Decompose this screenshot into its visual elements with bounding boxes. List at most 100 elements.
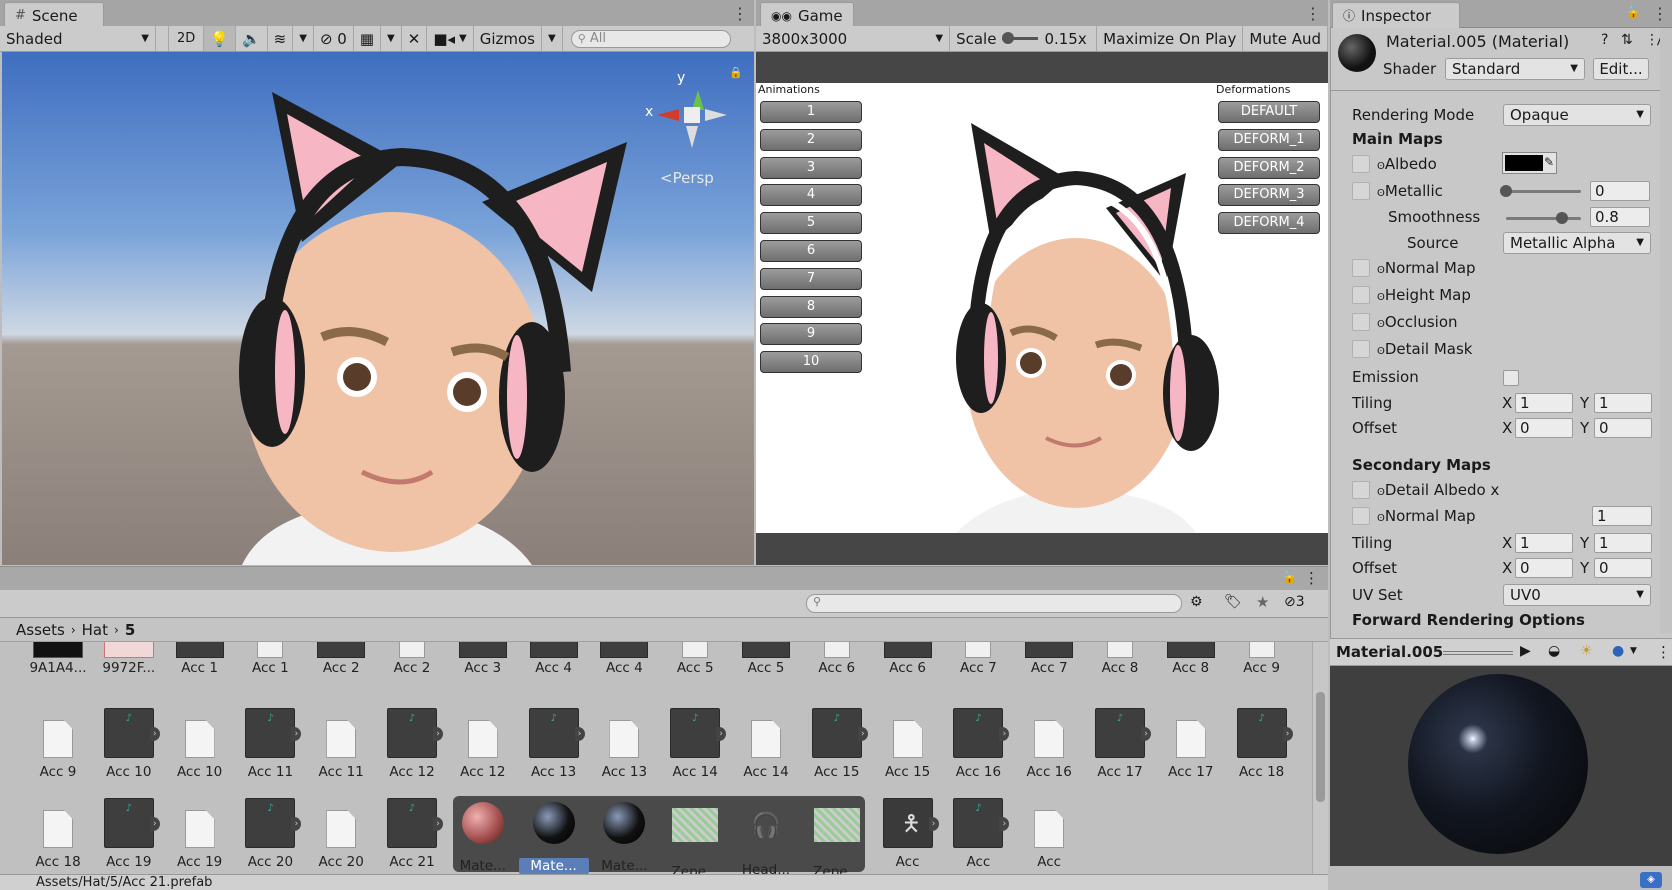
asset-item[interactable]: Acc 5 xyxy=(660,642,730,676)
asset-grid-scrollbar[interactable] xyxy=(1312,642,1328,874)
lock-icon[interactable]: 🔒 xyxy=(729,66,743,79)
asset-item[interactable]: ♪ › Acc xyxy=(943,798,1013,870)
asset-item[interactable]: ♪ › Acc 17 xyxy=(1085,708,1155,780)
effects-dropdown[interactable]: ▼ xyxy=(293,26,314,51)
asset-item[interactable]: Acc 10 xyxy=(165,708,235,780)
material-preview-viewport[interactable] xyxy=(1330,666,1672,866)
project-menu-icon[interactable]: ⋮ xyxy=(1304,569,1319,587)
albedo-texture-slot[interactable] xyxy=(1352,155,1370,173)
deform-button-0[interactable]: DEFAULT xyxy=(1218,101,1320,123)
asset-item[interactable]: 🎧 Head... xyxy=(731,798,801,874)
asset-item[interactable]: ♪ › Acc 16 xyxy=(943,708,1013,780)
asset-item[interactable]: Acc 8 xyxy=(1156,642,1226,676)
expand-arrow-icon[interactable]: › xyxy=(291,727,302,741)
asset-item[interactable]: Acc 17 xyxy=(1156,708,1226,780)
expand-arrow-icon[interactable]: › xyxy=(1282,727,1293,741)
inspector-menu-icon[interactable]: ⋮ xyxy=(1652,4,1668,23)
asset-item[interactable]: Acc 5 xyxy=(731,642,801,676)
asset-item[interactable]: 9972F... xyxy=(94,642,164,676)
asset-item[interactable]: Acc xyxy=(1014,798,1084,870)
asset-item[interactable]: Acc 4 xyxy=(589,642,659,676)
help-icon[interactable]: ? xyxy=(1601,32,1608,48)
uv-set-dropdown[interactable]: UV0 ▼ xyxy=(1503,584,1651,606)
tiling2-x-input[interactable]: 1 xyxy=(1515,533,1573,553)
secondary-normal-map-slot[interactable] xyxy=(1352,507,1370,525)
breadcrumb-folder-5[interactable]: 5 xyxy=(125,621,135,639)
game-canvas[interactable]: Animations Deformations 1 2 3 4 5 6 7 8 9 10 DEFA… xyxy=(756,83,1328,533)
shader-dropdown[interactable]: Standard ▼ xyxy=(1445,58,1585,80)
effects-toggle[interactable]: ≋ xyxy=(268,26,294,51)
asset-item[interactable]: Acc 9 xyxy=(1227,642,1297,676)
asset-item[interactable]: ♪ › Acc 13 xyxy=(519,708,589,780)
animation-button-10[interactable]: 10 xyxy=(760,351,862,374)
occlusion-slot[interactable] xyxy=(1352,313,1370,331)
detail-albedo-slot[interactable] xyxy=(1352,481,1370,499)
asset-item[interactable]: Acc 11 xyxy=(306,708,376,780)
expand-arrow-icon[interactable]: › xyxy=(999,817,1010,831)
gizmo-center-cube[interactable] xyxy=(684,107,700,123)
lighting-icon[interactable]: ☀ xyxy=(1580,643,1593,659)
asset-item[interactable]: Acc 1 xyxy=(235,642,305,676)
expand-arrow-icon[interactable]: › xyxy=(999,727,1010,741)
tab-inspector[interactable]: ⓘ Inspector xyxy=(1332,2,1460,28)
asset-item[interactable]: Acc 14 xyxy=(731,708,801,780)
grid-toggle[interactable]: ▦ xyxy=(354,26,382,51)
gizmos-button[interactable]: Gizmos xyxy=(474,26,542,51)
scene-search-input[interactable]: ⚲ All xyxy=(570,29,731,48)
smoothness-value-input[interactable]: 0.8 xyxy=(1590,207,1650,227)
asset-item[interactable]: Acc 13 xyxy=(589,708,659,780)
expand-arrow-icon[interactable]: › xyxy=(574,727,585,741)
animation-button-1[interactable]: 1 xyxy=(760,101,862,123)
expand-arrow-icon[interactable]: › xyxy=(433,817,443,831)
mute-audio-toggle[interactable]: Mute Aud xyxy=(1243,26,1328,51)
asset-item[interactable]: Zepe... xyxy=(802,798,872,874)
shader-edit-button[interactable]: Edit... xyxy=(1593,58,1649,80)
asset-item[interactable]: 🯅 › Acc xyxy=(873,798,943,870)
asset-item[interactable]: 9A1A4... xyxy=(23,642,93,676)
resolution-dropdown[interactable]: 3800x3000 ▼ xyxy=(756,26,951,51)
play-icon[interactable]: ▶ xyxy=(1520,643,1531,659)
asset-item[interactable]: Acc 9 xyxy=(23,708,93,780)
breadcrumb-assets[interactable]: Assets xyxy=(16,621,65,639)
maximize-on-play-toggle[interactable]: Maximize On Play xyxy=(1097,26,1244,51)
metallic-slider-knob[interactable] xyxy=(1500,185,1512,197)
asset-item[interactable]: Mate... xyxy=(448,798,518,874)
smoothness-slider-track[interactable] xyxy=(1506,217,1581,220)
asset-item[interactable]: ♪ › Acc 19 xyxy=(94,798,164,870)
inspector-scrollbar[interactable] xyxy=(1660,28,1672,633)
lighting-toggle[interactable]: 💡 xyxy=(204,26,236,51)
asset-item[interactable]: Acc 7 xyxy=(943,642,1013,676)
asset-item[interactable]: Acc 7 xyxy=(1014,642,1084,676)
expand-arrow-icon[interactable]: › xyxy=(1141,727,1151,741)
asset-item[interactable]: ♪ › Acc 11 xyxy=(235,708,305,780)
expand-arrow-icon[interactable]: › xyxy=(149,727,160,741)
metallic-value-input[interactable]: 0 xyxy=(1590,181,1650,201)
animation-button-6[interactable]: 6 xyxy=(760,240,862,262)
tiling-x-input[interactable]: 1 xyxy=(1515,393,1573,413)
asset-item[interactable]: ♪ › Acc 12 xyxy=(377,708,447,780)
asset-item[interactable]: Acc 2 xyxy=(306,642,376,676)
offset-y-input[interactable]: 0 xyxy=(1594,418,1652,438)
shading-mode-dropdown[interactable]: Shaded ▼ xyxy=(0,26,156,51)
drag-handle[interactable] xyxy=(1443,651,1513,655)
tiling2-y-input[interactable]: 1 xyxy=(1594,533,1652,553)
scene-menu-icon[interactable]: ⋮ xyxy=(732,4,748,23)
expand-arrow-icon[interactable]: › xyxy=(433,727,443,741)
asset-item[interactable]: Acc 15 xyxy=(873,708,943,780)
eyedropper-icon[interactable]: ✎ xyxy=(1544,155,1554,169)
asset-item[interactable]: ♪ › Acc 21 xyxy=(377,798,447,870)
asset-item[interactable]: Acc 18 xyxy=(23,798,93,870)
asset-item[interactable]: Acc 8 xyxy=(1085,642,1155,676)
2d-toggle-button[interactable]: 2D xyxy=(168,26,205,51)
lock-icon[interactable]: 🔓 xyxy=(1282,570,1297,584)
scene-viewport[interactable]: y x 🔒 <Persp xyxy=(2,52,754,565)
expand-arrow-icon[interactable]: › xyxy=(291,817,302,831)
animation-button-2[interactable]: 2 xyxy=(760,128,862,151)
animation-button-5[interactable]: 5 xyxy=(760,212,862,235)
detail-mask-slot[interactable] xyxy=(1352,340,1370,358)
expand-arrow-icon[interactable]: › xyxy=(716,727,727,741)
tools-toggle[interactable]: ✕ xyxy=(402,26,428,51)
expand-arrow-icon[interactable]: › xyxy=(149,817,160,831)
scrollbar-thumb[interactable] xyxy=(1316,692,1325,802)
asset-item[interactable]: Acc 3 xyxy=(448,642,518,676)
